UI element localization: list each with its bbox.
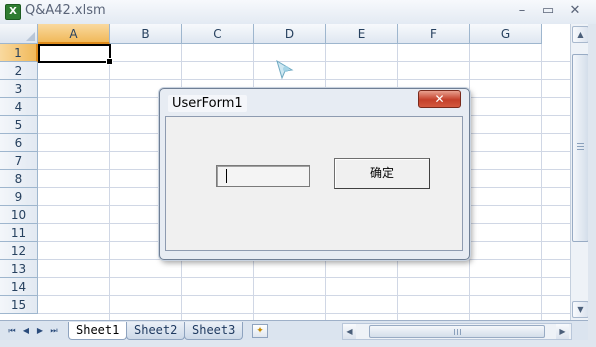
- scroll-left-button[interactable]: ◀: [343, 324, 356, 339]
- sheet-tab-bar: ⏮ ◀ ▶ ⏭ Sheet1 Sheet2 Sheet3 ✦ ◀ ▶: [0, 320, 588, 341]
- row-header-3[interactable]: 3: [0, 80, 38, 98]
- active-cell-a1[interactable]: [38, 44, 113, 65]
- row-header-6[interactable]: 6: [0, 134, 38, 152]
- restore-button[interactable]: ▭: [538, 3, 558, 19]
- row-header-15[interactable]: 15: [0, 296, 38, 314]
- userform-textbox[interactable]: [216, 165, 310, 187]
- userform-title-bar[interactable]: UserForm1 ✕: [160, 89, 469, 116]
- ok-button[interactable]: 确定: [334, 158, 430, 189]
- column-header-a[interactable]: A: [38, 24, 110, 44]
- scroll-grip-icon: [577, 143, 584, 151]
- scroll-down-button[interactable]: ▼: [572, 301, 589, 318]
- last-sheet-nav-icon[interactable]: ⏭: [48, 325, 60, 337]
- row-header-10[interactable]: 10: [0, 206, 38, 224]
- prev-sheet-nav-icon[interactable]: ◀: [20, 325, 32, 337]
- minimize-button[interactable]: –: [512, 3, 532, 19]
- row-header-7[interactable]: 7: [0, 152, 38, 170]
- vertical-scroll-thumb[interactable]: [572, 54, 589, 242]
- column-header-b[interactable]: B: [110, 24, 182, 44]
- sheet-tab-sheet2[interactable]: Sheet2: [126, 322, 186, 340]
- row-header-9[interactable]: 9: [0, 188, 38, 206]
- vertical-scrollbar[interactable]: ▲ ▼: [570, 24, 589, 320]
- column-header-g[interactable]: G: [470, 24, 542, 44]
- excel-icon: X: [5, 4, 21, 20]
- select-all-corner[interactable]: [0, 24, 38, 44]
- userform-client-area: 确定: [165, 116, 463, 251]
- row-header-4[interactable]: 4: [0, 98, 38, 116]
- scroll-up-button[interactable]: ▲: [572, 26, 589, 43]
- userform-title: UserForm1: [168, 95, 247, 112]
- close-window-button[interactable]: ✕: [565, 3, 585, 19]
- scroll-right-button[interactable]: ▶: [556, 324, 569, 339]
- row-header-14[interactable]: 14: [0, 278, 38, 296]
- row-header-1[interactable]: 1: [0, 44, 38, 62]
- row-header-11[interactable]: 11: [0, 224, 38, 242]
- title-bar: X Q&A42.xlsm – ▭ ✕: [0, 0, 596, 25]
- horizontal-scroll-thumb[interactable]: [369, 325, 545, 338]
- sheet-tab-sheet1[interactable]: Sheet1: [68, 322, 128, 340]
- text-caret: [226, 169, 227, 183]
- column-header-c[interactable]: C: [182, 24, 254, 44]
- next-sheet-nav-icon[interactable]: ▶: [34, 325, 46, 337]
- column-header-e[interactable]: E: [326, 24, 398, 44]
- busy-cursor-icon: [276, 59, 294, 80]
- sheet-tab-sheet3[interactable]: Sheet3: [184, 322, 244, 340]
- first-sheet-nav-icon[interactable]: ⏮: [6, 325, 18, 337]
- userform-close-button[interactable]: ✕: [418, 90, 461, 108]
- column-header-f[interactable]: F: [398, 24, 470, 44]
- window-right-edge: [588, 24, 596, 347]
- row-header-5[interactable]: 5: [0, 116, 38, 134]
- row-header-13[interactable]: 13: [0, 260, 38, 278]
- insert-sheet-icon[interactable]: ✦: [252, 324, 268, 338]
- row-header-2[interactable]: 2: [0, 62, 38, 80]
- row-header-8[interactable]: 8: [0, 170, 38, 188]
- row-header-12[interactable]: 12: [0, 242, 38, 260]
- userform-dialog: UserForm1 ✕ 确定: [159, 88, 470, 260]
- window-bottom-edge: [0, 340, 596, 347]
- horizontal-scrollbar[interactable]: ◀ ▶: [342, 323, 572, 340]
- column-header-d[interactable]: D: [254, 24, 326, 44]
- window-title: Q&A42.xlsm: [25, 3, 106, 18]
- hscroll-grip-icon: [454, 329, 462, 335]
